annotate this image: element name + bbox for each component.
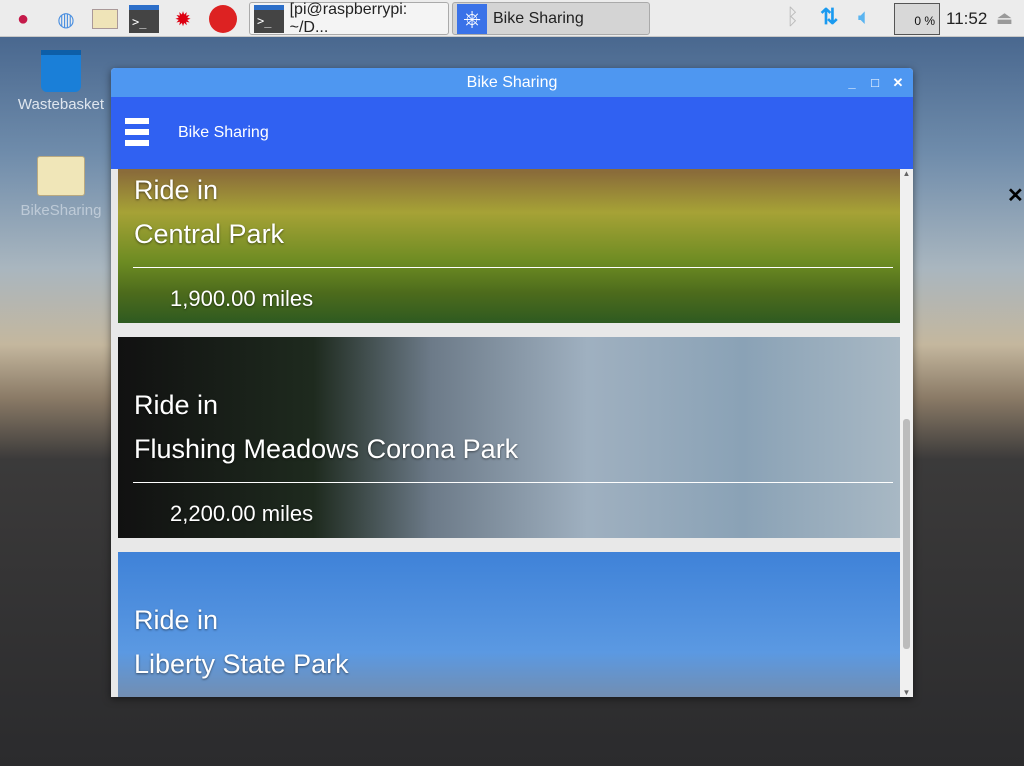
close-button[interactable]: ✕ (889, 68, 907, 97)
terminal-icon: >_ (254, 4, 284, 33)
raspberry-menu-icon[interactable]: ● (8, 4, 38, 34)
desktop-icon-wastebasket[interactable]: Wastebasket (13, 50, 109, 113)
app-window: Bike Sharing _ □ ✕ Bike Sharing Ride in … (111, 68, 913, 697)
card-title: Flushing Meadows Corona Park (134, 434, 519, 464)
task-terminal[interactable]: >_ [pi@raspberrypi: ~/D... (249, 0, 449, 36)
task-label: [pi@raspberrypi: ~/D... (289, 0, 408, 36)
scrollbar[interactable]: ▲ ▼ (900, 169, 913, 697)
icon-label: Wastebasket (17, 96, 105, 113)
app-title: Bike Sharing (178, 124, 269, 141)
app-bar: Bike Sharing (111, 97, 913, 169)
wolfram-icon[interactable] (208, 4, 238, 34)
volume-icon[interactable]: 🔈︎ (858, 4, 871, 30)
park-card[interactable]: Ride in Liberty State Park (118, 552, 900, 697)
menu-icon[interactable] (125, 118, 149, 146)
file-manager-icon[interactable] (90, 4, 120, 34)
web-browser-icon[interactable]: ◍ (51, 4, 81, 34)
bluetooth-icon[interactable]: ᛒ (786, 4, 799, 30)
card-prefix: Ride in (134, 175, 219, 205)
terminal-icon[interactable]: >_ (129, 4, 159, 34)
window-titlebar[interactable]: Bike Sharing _ □ ✕ (111, 68, 913, 97)
scroll-down-icon[interactable]: ▼ (900, 688, 913, 697)
clock[interactable]: 11:52 (946, 9, 987, 29)
trash-icon (41, 50, 81, 92)
scroll-up-icon[interactable]: ▲ (900, 169, 913, 178)
bike-wheel-icon: ⎈ (457, 3, 487, 34)
scrollbar-thumb[interactable] (903, 419, 910, 649)
network-icon[interactable]: ⇅ (820, 4, 838, 30)
mathematica-icon[interactable]: ✹ (168, 4, 198, 34)
park-card[interactable]: Ride in Flushing Meadows Corona Park 2,2… (118, 337, 900, 538)
folder-icon (37, 156, 85, 196)
park-list: Ride in Central Park 1,900.00 miles Ride… (111, 169, 900, 697)
maximize-button[interactable]: □ (866, 68, 884, 97)
taskbar: ● ◍ >_ ✹ >_ [pi@raspberrypi: ~/D... ⎈ Bi… (0, 0, 1024, 37)
card-title: Central Park (134, 219, 285, 249)
task-label: Bike Sharing (493, 9, 584, 27)
card-prefix: Ride in (134, 605, 219, 635)
card-miles: 1,900.00 miles (170, 286, 314, 311)
divider (133, 482, 893, 483)
card-miles: 2,200.00 miles (170, 501, 314, 526)
task-bike-sharing[interactable]: ⎈ Bike Sharing (452, 2, 650, 35)
icon-label: BikeSharing (20, 202, 102, 219)
card-prefix: Ride in (134, 390, 219, 420)
eject-icon[interactable]: ⏏ (996, 8, 1013, 29)
cpu-monitor[interactable]: 0 % (894, 3, 940, 35)
window-title: Bike Sharing (466, 74, 558, 91)
desktop-icon-bikesharing[interactable]: BikeSharing (13, 156, 109, 219)
card-title: Liberty State Park (134, 649, 349, 679)
close-cursor-icon: ✕ (1007, 185, 1024, 207)
park-card[interactable]: Ride in Central Park 1,900.00 miles (118, 169, 900, 323)
divider (133, 267, 893, 268)
minimize-button[interactable]: _ (843, 68, 861, 97)
